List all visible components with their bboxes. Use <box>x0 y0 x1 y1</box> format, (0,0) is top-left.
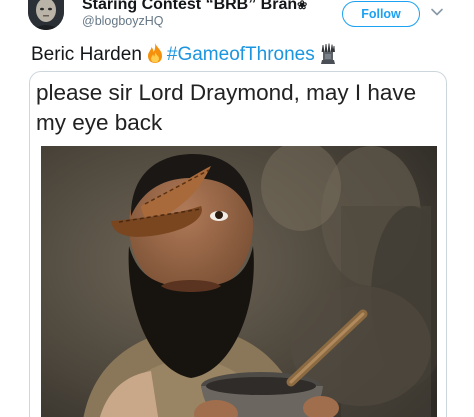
author-handle[interactable]: @blogboyzHQ <box>82 14 163 28</box>
fire-icon <box>145 42 165 70</box>
tweet-text: Beric Harden #GameofThrones <box>31 42 338 71</box>
author-display-name-text: Staring Contest “BRB” Bran <box>82 0 298 13</box>
gear-icon: ❀ <box>297 0 308 12</box>
chevron-down-icon[interactable] <box>430 5 444 19</box>
iron-throne-icon <box>318 43 338 71</box>
meme-card[interactable]: please sir Lord Draymond, may I have my … <box>29 71 447 417</box>
tweet-text-plain: Beric Harden <box>31 44 142 65</box>
meme-image[interactable] <box>41 146 437 417</box>
avatar[interactable] <box>28 0 64 30</box>
tweet-header: Staring Contest “BRB” Bran❀ @blogboyzHQ … <box>0 0 474 40</box>
hashtag-link[interactable]: #GameofThrones <box>167 44 315 65</box>
meme-caption: please sir Lord Draymond, may I have my … <box>36 80 417 135</box>
author-display-name[interactable]: Staring Contest “BRB” Bran❀ <box>82 0 307 14</box>
follow-button[interactable]: Follow <box>342 1 420 27</box>
